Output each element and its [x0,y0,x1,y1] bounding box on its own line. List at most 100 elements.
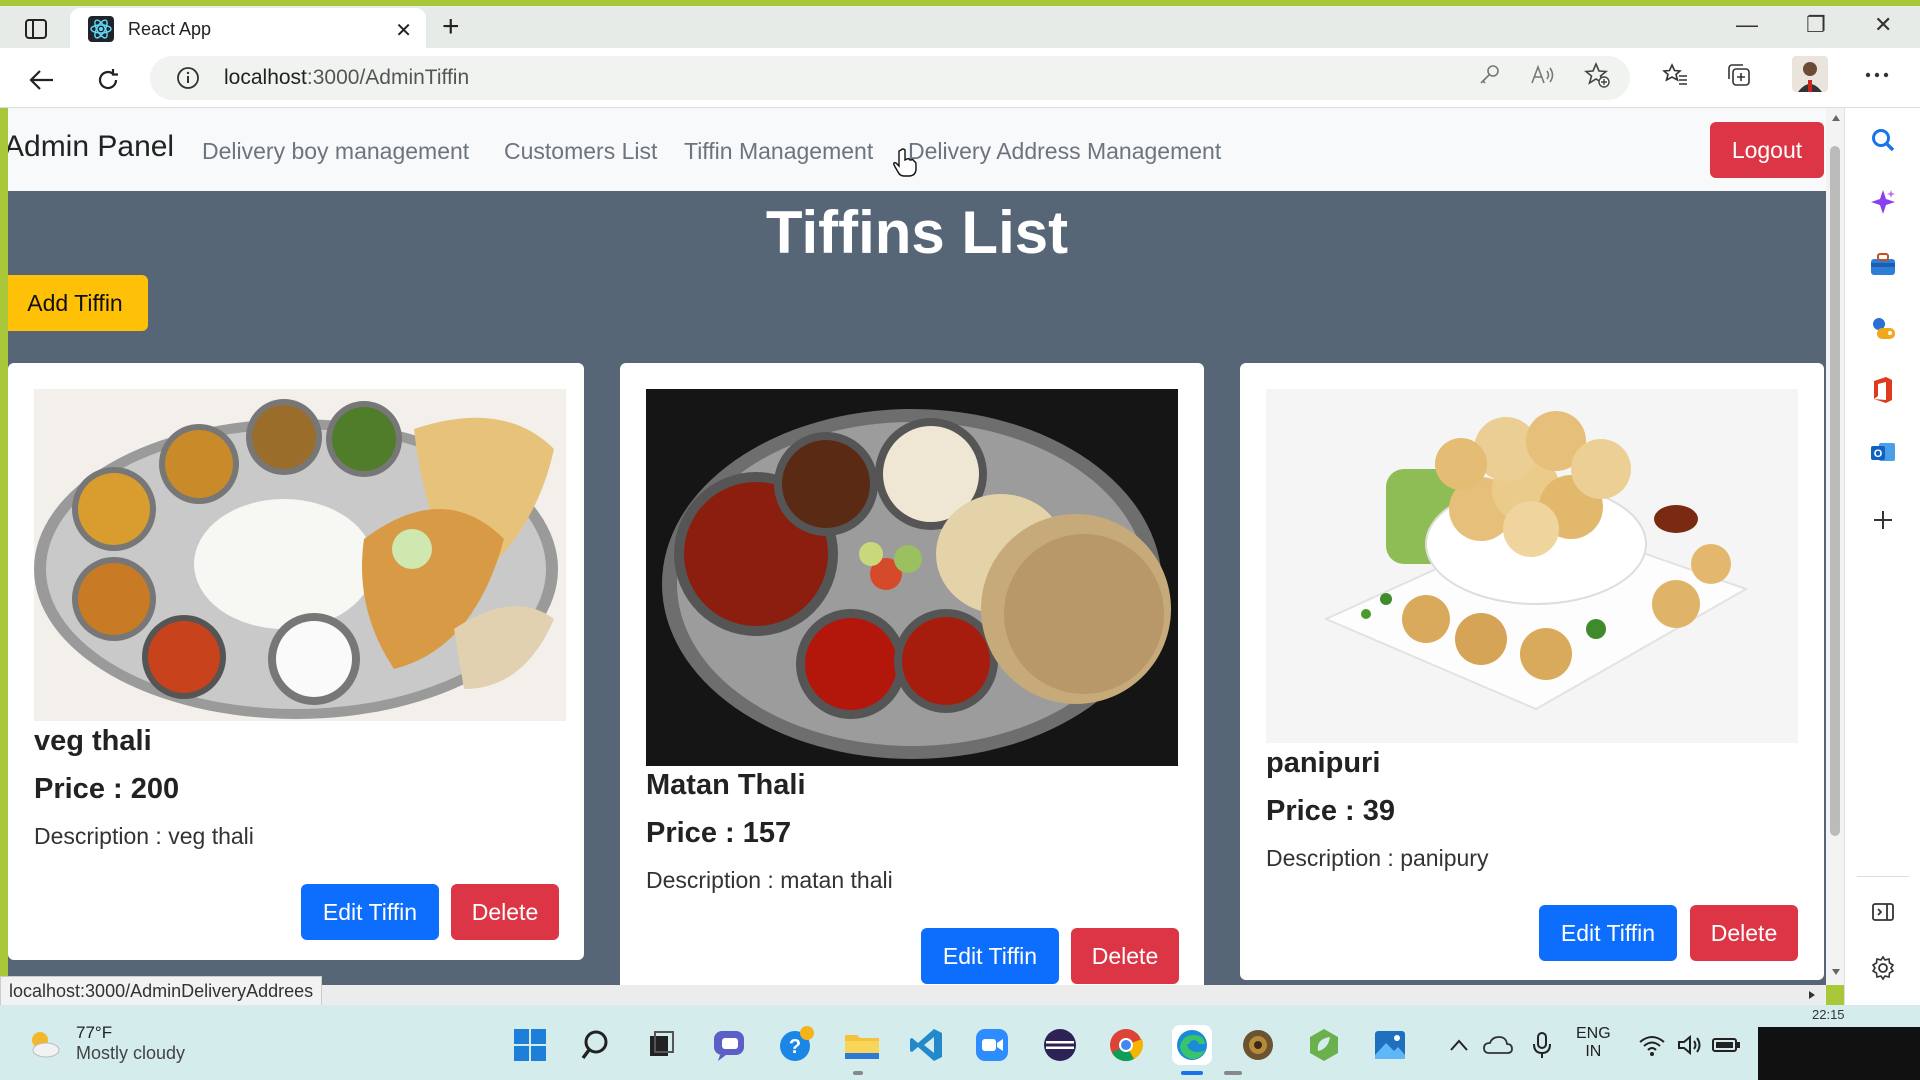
add-sidebar-app-icon[interactable] [1867,504,1899,536]
partly-cloudy-icon [32,1031,60,1057]
tiffin-card: Matan Thali Price : 157 Description : ma… [620,363,1204,985]
outlook-icon[interactable]: O [1867,436,1899,468]
nav-link-delivery-address[interactable]: Delivery Address Management [908,138,1221,165]
chrome-icon[interactable] [1106,1025,1146,1065]
games-icon[interactable] [1867,312,1899,344]
copilot-sparkle-icon[interactable] [1867,186,1899,218]
browser-tab[interactable]: React App ✕ [70,8,426,50]
weather-condition: Mostly cloudy [76,1043,186,1063]
edge-active-indicator [1181,1071,1203,1075]
add-tiffin-button[interactable]: Add Tiffin [8,275,148,331]
tiffin-description: Description : panipury [1266,845,1489,871]
tiffin-price: Price : 39 [1266,795,1395,827]
svg-text:?: ? [789,1036,801,1058]
tiffin-name: Matan Thali [646,769,806,801]
screen-overlay-block [1758,1027,1920,1080]
vscode-icon[interactable] [906,1025,946,1065]
battery-icon[interactable] [1708,1025,1744,1065]
new-tab-button[interactable]: + [442,12,460,42]
vscode-running-indicator [1224,1071,1242,1075]
app-gear-badge-icon[interactable] [1238,1025,1278,1065]
navbar-brand[interactable]: Admin Panel [8,130,174,164]
eclipse-icon[interactable] [1040,1025,1080,1065]
tiffin-name: veg thali [34,725,152,757]
file-explorer-icon[interactable] [842,1025,882,1065]
tab-actions-icon[interactable] [18,14,54,44]
volume-icon[interactable] [1672,1025,1708,1065]
nav-link-customers[interactable]: Customers List [504,138,657,165]
info-icon[interactable] [176,66,200,90]
windows-start-icon[interactable] [510,1025,550,1065]
page-title: Tiffins List [765,199,1069,266]
collections-icon[interactable] [1724,60,1754,90]
tab-bar: React App ✕ + — ❐ ✕ [0,6,1920,50]
tab-title: React App [128,18,212,39]
show-hidden-icons-chevron[interactable] [1444,1025,1474,1065]
edge-icon[interactable] [1172,1025,1212,1065]
language-code: ENG [1576,1025,1611,1042]
url-path: :3000/AdminTiffin [306,66,470,89]
profile-avatar[interactable] [1792,56,1828,92]
vertical-scrollbar[interactable] [1826,108,1844,985]
admin-navbar: Admin Panel Delivery boy management Cust… [8,108,1826,191]
edit-tiffin-button[interactable]: Edit Tiffin [301,884,439,940]
weather-widget[interactable]: 77°F Mostly cloudy [26,1023,185,1064]
windows-taskbar: 77°F Mostly cloudy ? ENG IN 22:15 [0,1005,1920,1080]
zoom-icon[interactable] [972,1025,1012,1065]
delete-tiffin-button[interactable]: Delete [451,884,559,940]
address-bar[interactable]: localhost:3000/AdminTiffin [150,56,1630,100]
more-menu-icon[interactable] [1862,60,1892,90]
tiffin-name: panipuri [1266,747,1381,779]
office-icon[interactable] [1867,374,1899,406]
tiffin-card: veg thali Price : 200 Description : veg … [8,363,584,960]
explorer-running-indicator [853,1071,863,1075]
get-help-icon[interactable]: ? [776,1025,816,1065]
spring-tools-icon[interactable] [1304,1025,1344,1065]
task-view-icon[interactable] [642,1025,682,1065]
delete-tiffin-button[interactable]: Delete [1071,928,1179,984]
restore-button[interactable]: ❐ [1806,12,1826,38]
minimize-button[interactable]: — [1736,12,1758,38]
read-aloud-icon[interactable] [1528,60,1558,90]
edit-tiffin-button[interactable]: Edit Tiffin [921,928,1059,984]
tools-briefcase-icon[interactable] [1867,248,1899,280]
photos-icon[interactable] [1370,1025,1410,1065]
svg-text:O: O [1874,448,1883,460]
tiffin-description: Description : veg thali [34,823,254,849]
hide-sidebar-icon[interactable] [1867,896,1899,928]
tiffin-image [1266,389,1798,743]
nav-link-delivery-boy[interactable]: Delivery boy management [202,138,469,165]
scroll-up-icon[interactable] [1831,114,1841,122]
teams-chat-icon[interactable] [710,1025,750,1065]
add-favorite-icon[interactable] [1582,60,1612,90]
tiffin-card: panipuri Price : 39 Description : panipu… [1240,363,1824,980]
refresh-icon[interactable] [90,62,126,98]
edit-tiffin-button[interactable]: Edit Tiffin [1539,905,1677,961]
back-icon[interactable] [24,62,60,98]
tiffin-price: Price : 157 [646,817,792,849]
url-host: localhost [224,66,307,89]
language-indicator[interactable]: ENG IN [1576,1025,1611,1061]
close-window-button[interactable]: ✕ [1874,12,1892,38]
microphone-icon[interactable] [1524,1025,1560,1065]
clock-partial: 22:15 [1812,1007,1845,1022]
nav-link-tiffin-management[interactable]: Tiffin Management [684,138,873,165]
taskbar-search-icon[interactable] [578,1025,618,1065]
password-key-icon[interactable] [1474,60,1504,90]
vertical-scroll-thumb[interactable] [1830,146,1840,836]
status-url-popup: localhost:3000/AdminDeliveryAddrees [0,976,323,1006]
tiffin-price: Price : 200 [34,773,180,805]
favorites-icon[interactable] [1660,60,1690,90]
tiffin-image [646,389,1178,766]
tab-close-icon[interactable]: ✕ [395,18,412,43]
scroll-down-icon[interactable] [1831,968,1841,976]
scroll-right-icon[interactable] [1808,990,1816,1000]
delete-tiffin-button[interactable]: Delete [1690,905,1798,961]
settings-gear-icon[interactable] [1867,952,1899,984]
search-icon[interactable] [1867,124,1899,156]
logout-button[interactable]: Logout [1710,122,1824,178]
browser-window: React App ✕ + — ❐ ✕ localhost:3000/Admin… [0,0,1920,1080]
onedrive-cloud-icon[interactable] [1480,1025,1516,1065]
wifi-icon[interactable] [1634,1025,1670,1065]
region-code: IN [1585,1043,1602,1060]
